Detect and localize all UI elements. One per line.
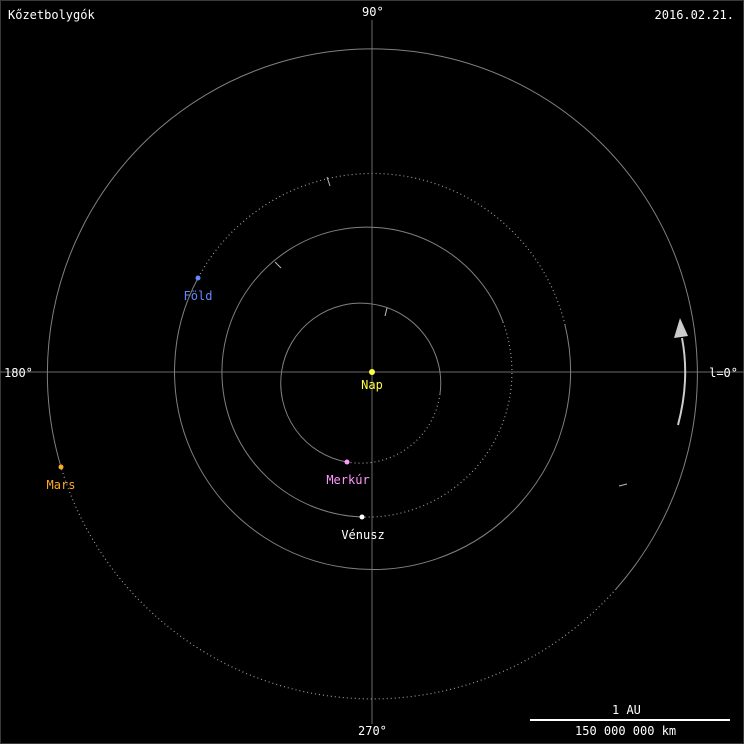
axis-label-180: 180°: [4, 366, 33, 380]
axis-label-90: 90°: [362, 5, 384, 19]
mars-dot: [58, 464, 64, 470]
date-display: 2016.02.21.: [654, 8, 734, 22]
scale-value: 150 000 000 km: [575, 724, 677, 738]
app-title: Kőzetbolygók: [8, 8, 95, 22]
sun-dot: [369, 369, 375, 375]
venus-label: Vénusz: [341, 528, 385, 542]
earth-dot: [195, 275, 201, 281]
earth-label: Föld: [183, 289, 213, 303]
venus-dot: [359, 514, 365, 520]
mercury-dot: [344, 459, 350, 465]
mercury-label: Merkúr: [326, 473, 370, 487]
sun-label: Nap: [361, 378, 383, 392]
orbit-diagram: [0, 20, 744, 724]
mars-label: Mars: [46, 478, 76, 492]
axis-label-0: l=0°: [709, 366, 738, 380]
scale-label: 1 AU: [612, 703, 641, 717]
axis-label-270: 270°: [358, 724, 387, 738]
